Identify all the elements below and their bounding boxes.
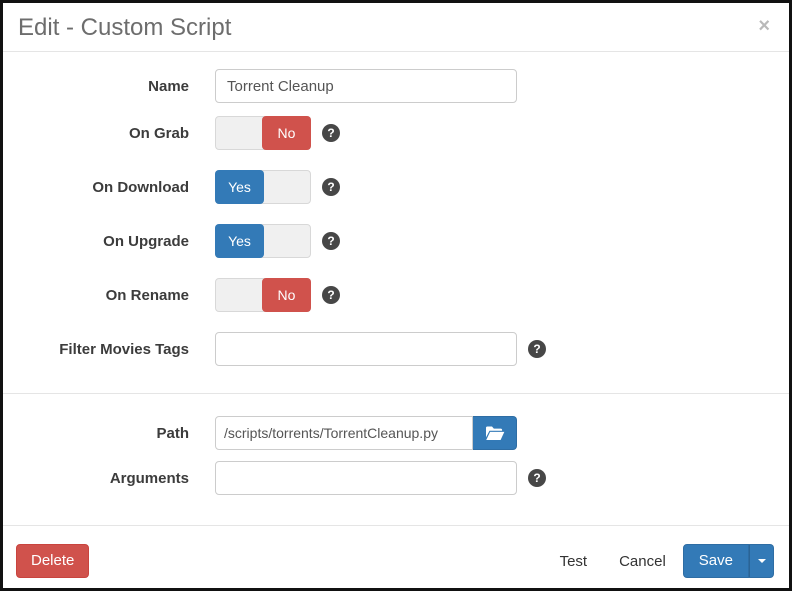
modal-title: Edit - Custom Script — [18, 14, 231, 42]
on-rename-toggle-value: No — [262, 278, 311, 312]
name-field-row: Name — [3, 69, 774, 103]
cancel-button[interactable]: Cancel — [619, 553, 666, 570]
on-rename-row: On Rename No ? — [3, 278, 774, 312]
arguments-row: Arguments ? — [3, 461, 774, 495]
path-label: Path — [3, 425, 189, 442]
script-settings-section: Name On Grab No ? On Download Yes ? On U… — [3, 52, 789, 393]
browse-path-button[interactable] — [473, 416, 517, 450]
on-download-label: On Download — [3, 179, 189, 196]
arguments-help-icon[interactable]: ? — [528, 469, 546, 487]
edit-custom-script-modal: Edit - Custom Script × Name On Grab No ?… — [0, 0, 792, 591]
filter-movies-tags-label: Filter Movies Tags — [3, 341, 189, 358]
on-grab-toggle[interactable]: No — [215, 116, 311, 150]
on-rename-toggle[interactable]: No — [215, 278, 311, 312]
on-upgrade-help-icon[interactable]: ? — [322, 232, 340, 250]
footer-actions: Test Cancel Save — [560, 544, 774, 578]
path-input-group — [215, 416, 517, 450]
on-upgrade-row: On Upgrade Yes ? — [3, 224, 774, 258]
test-button[interactable]: Test — [560, 553, 588, 570]
on-download-help-icon[interactable]: ? — [322, 178, 340, 196]
save-dropdown-toggle[interactable] — [749, 544, 774, 578]
on-grab-help-icon[interactable]: ? — [322, 124, 340, 142]
modal-body: Name On Grab No ? On Download Yes ? On U… — [3, 52, 789, 525]
on-download-toggle-value: Yes — [215, 170, 264, 204]
save-split-button: Save — [683, 544, 774, 578]
arguments-label: Arguments — [3, 470, 189, 487]
name-label: Name — [3, 78, 189, 95]
on-upgrade-toggle[interactable]: Yes — [215, 224, 311, 258]
path-row: Path — [3, 416, 774, 450]
filter-movies-tags-row: Filter Movies Tags ? — [3, 332, 774, 366]
close-icon[interactable]: × — [754, 14, 774, 38]
modal-footer: Delete Test Cancel Save — [3, 525, 789, 589]
folder-open-icon — [485, 425, 505, 442]
on-rename-help-icon[interactable]: ? — [322, 286, 340, 304]
on-upgrade-label: On Upgrade — [3, 233, 189, 250]
on-upgrade-toggle-value: Yes — [215, 224, 264, 258]
on-grab-toggle-value: No — [262, 116, 311, 150]
delete-button[interactable]: Delete — [16, 544, 89, 578]
filter-movies-tags-help-icon[interactable]: ? — [528, 340, 546, 358]
on-grab-row: On Grab No ? — [3, 116, 774, 150]
on-grab-label: On Grab — [3, 125, 189, 142]
on-download-row: On Download Yes ? — [3, 170, 774, 204]
filter-movies-tags-input[interactable] — [215, 332, 517, 366]
name-input[interactable] — [215, 69, 517, 103]
arguments-input[interactable] — [215, 461, 517, 495]
path-input[interactable] — [215, 416, 473, 450]
on-download-toggle[interactable]: Yes — [215, 170, 311, 204]
on-rename-label: On Rename — [3, 287, 189, 304]
modal-header: Edit - Custom Script × — [3, 3, 789, 52]
caret-down-icon — [758, 559, 766, 563]
script-path-section: Path Arguments ? — [3, 393, 789, 525]
save-button[interactable]: Save — [683, 544, 749, 578]
